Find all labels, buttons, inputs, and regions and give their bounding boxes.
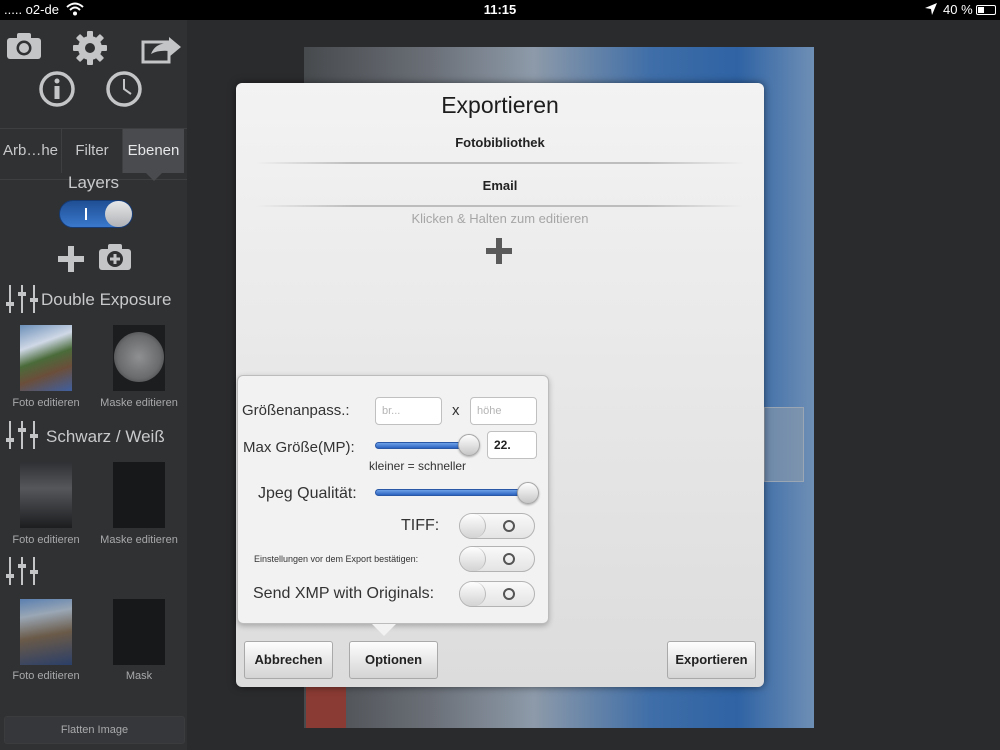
tab-arbeitsflaeche[interactable]: Arb…he bbox=[0, 129, 62, 173]
layer-title: Double Exposure bbox=[41, 290, 172, 309]
confirm-settings-toggle[interactable] bbox=[459, 546, 535, 572]
popover-arrow bbox=[372, 624, 396, 636]
tiff-toggle[interactable] bbox=[459, 513, 535, 539]
battery-percent: 40 % bbox=[943, 2, 973, 17]
add-destination-icon[interactable] bbox=[486, 238, 512, 264]
divider bbox=[256, 205, 744, 207]
battery-icon bbox=[976, 5, 996, 15]
cancel-button[interactable]: Abbrechen bbox=[244, 641, 333, 679]
edit-photo-label[interactable]: Foto editieren bbox=[1, 397, 91, 409]
edit-hint: Klicken & Halten zum editieren bbox=[411, 211, 589, 226]
layer-mask-thumb[interactable] bbox=[113, 325, 165, 391]
edit-mask-label[interactable]: Maske editieren bbox=[94, 534, 184, 546]
dialog-title: Exportieren bbox=[441, 92, 559, 118]
toggle-knob bbox=[460, 514, 486, 538]
camera-icon[interactable] bbox=[6, 32, 42, 60]
add-photo-layer-icon[interactable] bbox=[98, 243, 132, 271]
layers-toggle[interactable] bbox=[59, 200, 133, 228]
export-button[interactable]: Exportieren bbox=[667, 641, 756, 679]
jpeg-quality-slider[interactable] bbox=[375, 489, 528, 496]
photo-detail bbox=[764, 407, 804, 482]
max-size-hint: kleiner = schneller bbox=[369, 459, 467, 473]
dimension-x-label: x bbox=[452, 402, 460, 419]
layers-toggle-on-mark bbox=[85, 208, 87, 220]
status-time: 11:15 bbox=[483, 2, 517, 17]
export-share-icon[interactable] bbox=[141, 34, 183, 64]
info-icon[interactable] bbox=[38, 70, 76, 108]
divider bbox=[256, 162, 744, 164]
confirm-settings-label: Einstellungen vor dem Export bestätigen: bbox=[254, 554, 419, 564]
layer-title: Schwarz / Weiß bbox=[46, 427, 165, 446]
layer-adjust-sliders-icon[interactable] bbox=[6, 556, 38, 586]
send-xmp-toggle[interactable] bbox=[459, 581, 535, 607]
tiff-label: TIFF: bbox=[401, 517, 440, 534]
layer-adjust-sliders-icon[interactable] bbox=[6, 420, 38, 450]
tab-filter[interactable]: Filter bbox=[62, 129, 123, 173]
edit-mask-label[interactable]: Maske editieren bbox=[94, 397, 184, 409]
toggle-knob bbox=[460, 547, 486, 571]
edit-mask-label[interactable]: Mask bbox=[94, 670, 184, 682]
sidebar: Arb…he Filter Ebenen Layers Double Expos… bbox=[0, 20, 187, 750]
options-button[interactable]: Optionen bbox=[349, 641, 438, 679]
resize-label: Größenanpass.: bbox=[242, 402, 350, 419]
width-input[interactable]: br... bbox=[375, 397, 442, 425]
edit-photo-label[interactable]: Foto editieren bbox=[1, 670, 91, 682]
layer-mask-thumb[interactable] bbox=[113, 599, 165, 665]
toggle-knob bbox=[460, 582, 486, 606]
layer-mask-thumb[interactable] bbox=[113, 462, 165, 528]
clock-icon[interactable] bbox=[105, 70, 143, 108]
jpeg-quality-label: Jpeg Qualität: bbox=[258, 485, 357, 502]
layer-adjust-sliders-icon[interactable] bbox=[6, 284, 38, 314]
layer-photo-thumb[interactable] bbox=[20, 462, 72, 528]
export-destination-email[interactable]: Email bbox=[256, 178, 744, 193]
battery-fill bbox=[978, 7, 984, 13]
flatten-image-button[interactable]: Flatten Image bbox=[4, 716, 185, 744]
export-destination-fotobibliothek[interactable]: Fotobibliothek bbox=[256, 135, 744, 150]
layer-photo-thumb[interactable] bbox=[20, 599, 72, 665]
layer-photo-thumb[interactable] bbox=[20, 325, 72, 391]
height-input[interactable]: höhe bbox=[470, 397, 537, 425]
add-layer-icon[interactable] bbox=[57, 245, 85, 273]
status-bar: ..... o2-de 11:15 40 % bbox=[0, 0, 1000, 20]
edit-photo-label[interactable]: Foto editieren bbox=[1, 534, 91, 546]
layers-heading: Layers bbox=[67, 173, 120, 192]
layers-toggle-knob bbox=[105, 201, 132, 227]
tab-ebenen[interactable]: Ebenen bbox=[123, 129, 184, 173]
max-size-label: Max Größe(MP): bbox=[243, 439, 355, 456]
location-arrow-icon bbox=[925, 3, 937, 15]
gear-icon[interactable] bbox=[72, 30, 108, 66]
max-size-input[interactable]: 22. bbox=[487, 431, 537, 459]
toggle-off-mark bbox=[503, 553, 515, 565]
send-xmp-label: Send XMP with Originals: bbox=[253, 585, 435, 602]
toggle-off-mark bbox=[503, 520, 515, 532]
options-popover: Größenanpass.: br... x höhe Max Größe(MP… bbox=[237, 375, 549, 636]
max-size-slider-knob[interactable] bbox=[458, 434, 481, 456]
jpeg-quality-slider-knob[interactable] bbox=[517, 482, 539, 504]
photo-detail bbox=[306, 687, 346, 728]
toggle-off-mark bbox=[503, 588, 515, 600]
